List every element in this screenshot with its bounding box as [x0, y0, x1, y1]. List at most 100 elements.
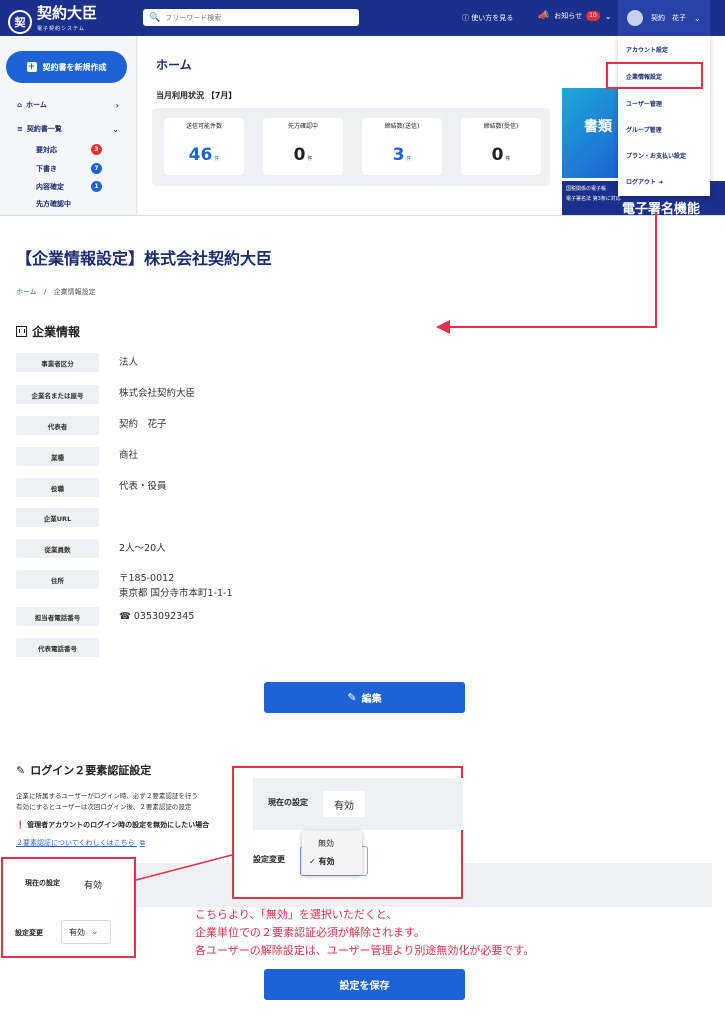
field-value: 株式会社契約大臣 — [119, 388, 196, 399]
notice-label: お知らせ — [554, 12, 583, 20]
field-label: 事業者区分 — [16, 353, 99, 372]
external-link-icon: ⧉ — [139, 839, 145, 847]
option-enabled[interactable]: ✓ 有効 — [309, 856, 335, 867]
usage-card: 送信可能件数 46 件 — [164, 118, 244, 175]
2fa-description: 企業に所属するユーザーがログイン時、必ず２要素認証を行う — [16, 792, 198, 800]
address: 東京都 国分寺市本町1-1-1 — [119, 588, 233, 599]
sidebar-item-contracts[interactable]: ≡ 契約書一覧 ⌄ — [17, 124, 119, 134]
edit-button[interactable]: ✎ 編集 — [264, 682, 465, 713]
logo-subtitle: 電子契約システム — [37, 26, 85, 32]
field-value: 商社 — [119, 450, 139, 461]
field-label: 企業名または屋号 — [16, 385, 99, 404]
menu-item-groups[interactable]: グループ管理 — [626, 125, 662, 134]
admin-note: ❗ 管理者アカウントのログイン時の設定を無効にしたい場合 — [16, 821, 210, 829]
field-label: 代表者 — [16, 416, 99, 435]
howto-link[interactable]: ⓘ 使い方を見る — [462, 13, 513, 23]
search-icon: 🔍 — [149, 12, 161, 23]
current-setting-label: 現在の設定 — [268, 798, 308, 807]
setting-change-label: 設定変更 — [15, 929, 43, 937]
select-options-menu: 無効 ✓ 有効 — [302, 831, 362, 875]
setting-change-label: 設定変更 — [253, 855, 285, 864]
field-label: 住所 — [16, 570, 99, 589]
usage-panel: 送信可能件数 46 件 先方確認中 0件 締結数(送信) 3件 締結数(受信) 0… — [152, 108, 550, 186]
field-value: 契約 花子 — [119, 419, 167, 430]
breadcrumb: ホーム / 企業情報設定 — [16, 288, 96, 296]
section-title-company: 企業情報 — [16, 323, 80, 340]
chevron-down-icon: ⌄ — [694, 13, 701, 23]
count-badge: 1 — [91, 181, 102, 192]
avatar — [627, 10, 643, 26]
sidebar-item-home[interactable]: ⌂ ホーム › — [17, 100, 119, 110]
usage-card: 先方確認中 0件 — [263, 118, 343, 175]
field-label: 従業員数 — [16, 539, 99, 558]
field-value: 2人～20人 — [119, 543, 166, 554]
2fa-info-link[interactable]: ２要素認証についてくわしくはこちら ⧉ — [16, 838, 145, 848]
user-name: 契約 花子 — [651, 14, 686, 22]
menu-item-plan[interactable]: プラン・お支払い設定 — [626, 151, 686, 160]
home-icon: ⌂ — [17, 101, 23, 109]
annotation-text: 企業単位での２要素認証必須が解除されます。 — [195, 926, 425, 939]
postal-code: 〒185-0012 — [119, 573, 175, 584]
user-menu-button[interactable]: 契約 花子 ⌄ — [618, 0, 710, 36]
field-value: 〒185-0012 東京都 国分寺市本町1-1-1 — [119, 571, 233, 601]
field-label: 業種 — [16, 447, 99, 466]
chevron-down-icon: ⌄ — [91, 927, 99, 937]
pencil-icon: ✎ — [347, 691, 357, 704]
check-icon: ✓ — [309, 857, 316, 866]
notice-button[interactable]: 📣 お知らせ 10 ⌄ — [538, 11, 611, 21]
sidebar-sub-draft[interactable]: 下書き 7 — [36, 163, 102, 174]
app-logo[interactable]: 契 契約大臣 電子契約システム — [8, 6, 97, 37]
field-value: ☎ 0353092345 — [119, 611, 195, 622]
usage-title: 当月利用状況 【7月】 — [156, 91, 237, 100]
logout-icon: ➜ — [658, 179, 664, 186]
arrow-head — [436, 320, 450, 334]
field-label: 役職 — [16, 478, 99, 497]
2fa-description: 有効にするとユーザーは次回ログイン後、２要素認証の設定 — [16, 803, 192, 811]
sidebar-sub-pending[interactable]: 先方確認中 — [36, 199, 102, 209]
search-box[interactable]: 🔍 — [143, 9, 359, 26]
count-badge: 3 — [91, 144, 102, 155]
search-input[interactable] — [165, 13, 346, 22]
field-value: 代表・役員 — [119, 481, 167, 492]
page-title: 【企業情報設定】株式会社契約大臣 — [16, 249, 273, 268]
top-navbar: 契 契約大臣 電子契約システム 🔍 ⓘ 使い方を見る 📣 お知らせ 10 ⌄ 契… — [0, 0, 725, 36]
phone-icon: ☎ — [119, 611, 131, 622]
new-contract-button[interactable]: + 契約書を新規作成 — [6, 51, 127, 83]
sidebar: + 契約書を新規作成 ⌂ ホーム › ≡ 契約書一覧 ⌄ 要対応 3 下書き 7… — [0, 36, 137, 215]
field-label: 企業URL — [16, 508, 99, 527]
menu-item-account[interactable]: アカウント設定 — [626, 45, 668, 54]
menu-item-logout[interactable]: ログアウト ➜ — [626, 177, 663, 186]
count-badge: 7 — [91, 163, 102, 174]
option-disabled[interactable]: 無効 — [318, 838, 334, 849]
edit-square-icon: ✎ — [16, 763, 26, 777]
building-icon — [16, 326, 27, 337]
arrow-line — [446, 212, 657, 328]
2fa-select[interactable]: 有効 ⌄ — [61, 920, 111, 944]
usage-card: 締結数(送信) 3件 — [362, 118, 442, 175]
breadcrumb-current: 企業情報設定 — [53, 288, 96, 296]
save-settings-button[interactable]: 設定を保存 — [264, 969, 465, 1000]
current-setting-value: 有効 — [77, 873, 109, 895]
user-dropdown-menu: アカウント設定 企業情報設定 ユーザー管理 グループ管理 プラン・お支払い設定 … — [618, 36, 710, 196]
section-title-2fa: ✎ ログイン２要素認証設定 — [16, 763, 152, 778]
highlight-frame — [606, 62, 703, 89]
annotation-text: 各ユーザーの解除設定は、ユーザー管理より別途無効化が必要です。 — [195, 944, 535, 957]
field-label: 代表電話番号 — [16, 638, 99, 657]
help-icon: ⓘ — [462, 14, 469, 22]
field-value: 法人 — [119, 357, 139, 368]
alert-icon: ❗ — [16, 821, 25, 829]
usage-card: 締結数(受信) 0件 — [461, 118, 541, 175]
menu-item-users[interactable]: ユーザー管理 — [626, 99, 662, 108]
logo-name: 契約大臣 — [37, 4, 98, 22]
current-setting-value: 有効 — [323, 791, 365, 817]
sidebar-sub-action[interactable]: 要対応 3 — [36, 144, 102, 155]
notice-badge: 10 — [586, 11, 600, 21]
chevron-down-icon: ⌄ — [604, 11, 612, 21]
current-setting-label: 現在の設定 — [25, 879, 60, 887]
plus-icon: + — [26, 62, 37, 72]
field-label: 担当者電話番号 — [16, 607, 99, 626]
megaphone-icon: 📣 — [538, 11, 550, 21]
breadcrumb-home[interactable]: ホーム — [16, 288, 37, 296]
promo-banner[interactable]: 書類 — [562, 88, 624, 178]
sidebar-sub-confirmed[interactable]: 内容確定 1 — [36, 181, 102, 192]
